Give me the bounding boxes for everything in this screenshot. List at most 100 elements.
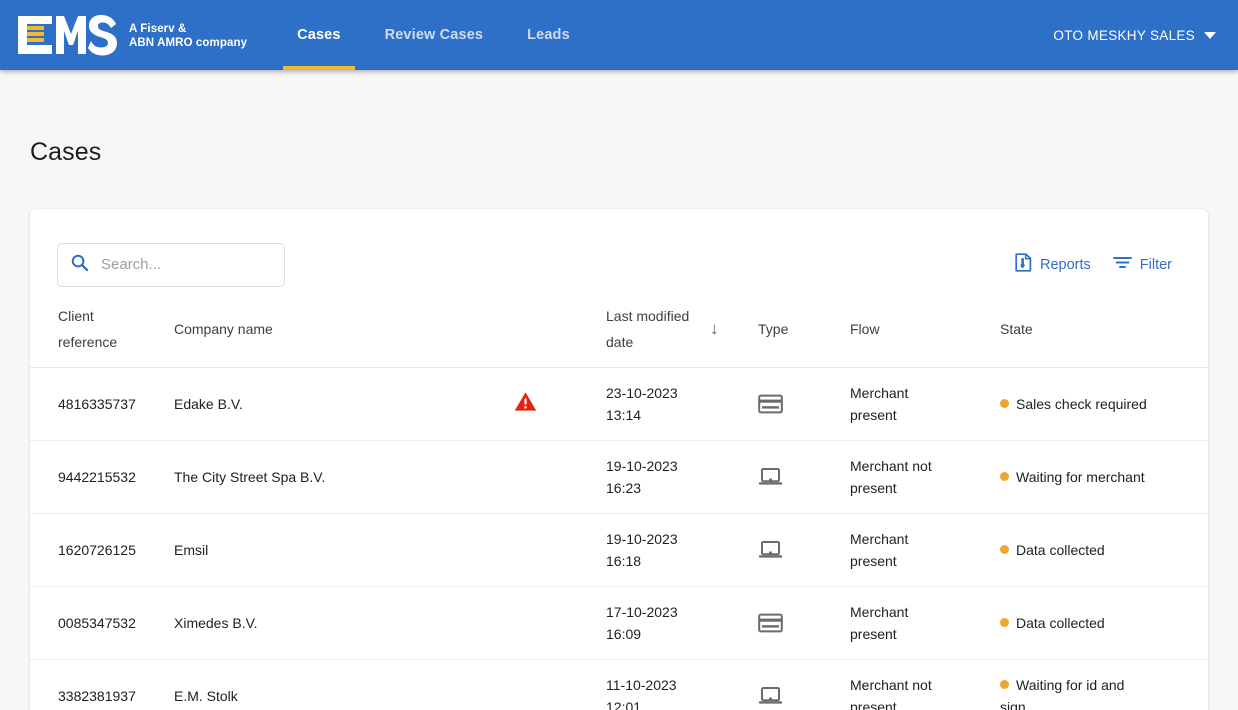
nav-item-cases[interactable]: Cases bbox=[275, 0, 362, 70]
table-body: 4816335737Edake B.V.23-10-202313:14Merch… bbox=[30, 368, 1208, 710]
state-value: Waiting for id and sign bbox=[1000, 677, 1124, 710]
date-value: 19-10-2023 bbox=[606, 455, 710, 477]
warning-triangle-icon bbox=[514, 399, 537, 415]
cell-warning bbox=[514, 660, 606, 710]
brand-logo[interactable]: A Fiserv & ABN AMRO company bbox=[16, 12, 247, 58]
cell-flow: Merchant not present bbox=[850, 441, 1000, 514]
reports-button[interactable]: Reports bbox=[1015, 253, 1091, 276]
column-header-label: State bbox=[1000, 321, 1033, 337]
cases-card: Reports Filter bbox=[30, 209, 1208, 710]
column-header-flow[interactable]: Flow bbox=[850, 293, 1000, 368]
search-icon bbox=[70, 253, 89, 277]
search-box[interactable] bbox=[57, 243, 285, 287]
status-badge: Data collected bbox=[1000, 539, 1150, 561]
cell-company-name: E.M. Stolk bbox=[174, 660, 514, 710]
brand-subtitle: A Fiserv & ABN AMRO company bbox=[129, 20, 247, 50]
table-row[interactable]: 0085347532Ximedes B.V.17-10-202316:09Mer… bbox=[30, 587, 1208, 660]
column-header-label: Company name bbox=[174, 321, 273, 337]
nav-item-label: Review Cases bbox=[385, 27, 484, 43]
status-badge: Waiting for merchant bbox=[1000, 466, 1150, 488]
filter-label: Filter bbox=[1140, 257, 1172, 273]
credit-card-icon bbox=[758, 394, 850, 414]
cell-last-modified-date: 11-10-202312:01 bbox=[606, 660, 710, 710]
flow-value: Merchant not present bbox=[850, 674, 954, 710]
main-nav: Cases Review Cases Leads bbox=[275, 0, 592, 70]
cell-state: Waiting for merchant bbox=[1000, 441, 1208, 514]
column-header-state[interactable]: State bbox=[1000, 293, 1208, 368]
chevron-down-icon bbox=[1204, 32, 1216, 39]
filter-icon bbox=[1113, 255, 1132, 274]
cases-table: Client reference Company name Last modif… bbox=[30, 293, 1208, 710]
flow-value: Merchant present bbox=[850, 528, 954, 572]
card-toolbar: Reports Filter bbox=[30, 209, 1208, 293]
cell-type bbox=[758, 368, 850, 441]
cell-warning bbox=[514, 368, 606, 441]
status-dot-icon bbox=[1000, 399, 1009, 408]
table-row[interactable]: 4816335737Edake B.V.23-10-202313:14Merch… bbox=[30, 368, 1208, 441]
laptop-icon bbox=[758, 467, 850, 487]
column-header-label: Last modified date bbox=[606, 303, 690, 355]
cell-flow: Merchant present bbox=[850, 368, 1000, 441]
cell-state: Data collected bbox=[1000, 587, 1208, 660]
column-header-last-modified-date[interactable]: Last modified date bbox=[606, 293, 710, 368]
cell-type bbox=[758, 514, 850, 587]
column-header-label: Client reference bbox=[58, 303, 132, 355]
cell-company-name: Edake B.V. bbox=[174, 368, 514, 441]
cell-state: Data collected bbox=[1000, 514, 1208, 587]
status-dot-icon bbox=[1000, 680, 1009, 689]
cell-spacer bbox=[710, 368, 758, 441]
arrow-down-icon: ↓ bbox=[710, 320, 719, 337]
column-header-type[interactable]: Type bbox=[758, 293, 850, 368]
cell-warning bbox=[514, 514, 606, 587]
cell-spacer bbox=[710, 441, 758, 514]
column-header-company-name[interactable]: Company name bbox=[174, 293, 514, 368]
top-navigation-bar: A Fiserv & ABN AMRO company Cases Review… bbox=[0, 0, 1238, 70]
credit-card-icon bbox=[758, 613, 850, 633]
status-badge: Data collected bbox=[1000, 612, 1150, 634]
cell-client-reference: 3382381937 bbox=[30, 660, 174, 710]
state-value: Data collected bbox=[1016, 542, 1105, 558]
date-value: 19-10-2023 bbox=[606, 528, 710, 550]
time-value: 16:18 bbox=[606, 550, 710, 572]
cell-last-modified-date: 19-10-202316:23 bbox=[606, 441, 710, 514]
cell-client-reference: 1620726125 bbox=[30, 514, 174, 587]
table-row[interactable]: 3382381937E.M. Stolk 11-10-202312:01 Merch… bbox=[30, 660, 1208, 710]
flow-value: Merchant present bbox=[850, 382, 954, 426]
toolbar-actions: Reports Filter bbox=[1015, 253, 1172, 276]
date-value: 23-10-2023 bbox=[606, 382, 710, 404]
column-sort-indicator[interactable]: ↓ bbox=[710, 293, 758, 368]
cell-client-reference: 4816335737 bbox=[30, 368, 174, 441]
column-header-client-reference[interactable]: Client reference bbox=[30, 293, 174, 368]
page-title: Cases bbox=[30, 70, 1208, 167]
user-menu-label: OTO MESKHY SALES bbox=[1053, 28, 1195, 43]
state-value: Data collected bbox=[1016, 615, 1105, 631]
status-badge: Sales check required bbox=[1000, 393, 1150, 415]
status-dot-icon bbox=[1000, 618, 1009, 627]
ems-logo-icon bbox=[16, 12, 120, 58]
date-value: 11-10-2023 bbox=[606, 674, 710, 696]
status-badge: Waiting for id and sign bbox=[1000, 674, 1150, 710]
state-value: Sales check required bbox=[1016, 396, 1147, 412]
nav-item-leads[interactable]: Leads bbox=[505, 0, 592, 70]
cell-company-name: Ximedes B.V. bbox=[174, 587, 514, 660]
laptop-icon bbox=[758, 540, 850, 560]
cell-state: Waiting for id and sign bbox=[1000, 660, 1208, 710]
cell-spacer bbox=[710, 514, 758, 587]
search-input[interactable] bbox=[101, 256, 272, 273]
cell-type bbox=[758, 587, 850, 660]
user-menu-button[interactable]: OTO MESKHY SALES bbox=[1053, 28, 1220, 43]
status-dot-icon bbox=[1000, 545, 1009, 554]
status-dot-icon bbox=[1000, 472, 1009, 481]
table-row[interactable]: 1620726125Emsil19-10-202316:18Merchant p… bbox=[30, 514, 1208, 587]
cell-spacer bbox=[710, 587, 758, 660]
cell-type bbox=[758, 660, 850, 710]
table-row[interactable]: 9442215532The City Street Spa B.V.19-10-… bbox=[30, 441, 1208, 514]
cell-warning bbox=[514, 587, 606, 660]
cell-state: Sales check required bbox=[1000, 368, 1208, 441]
time-value: 16:09 bbox=[606, 623, 710, 645]
nav-item-review-cases[interactable]: Review Cases bbox=[363, 0, 506, 70]
nav-item-label: Leads bbox=[527, 27, 570, 43]
nav-item-label: Cases bbox=[297, 27, 340, 43]
filter-button[interactable]: Filter bbox=[1113, 255, 1172, 274]
time-value: 16:23 bbox=[606, 477, 710, 499]
